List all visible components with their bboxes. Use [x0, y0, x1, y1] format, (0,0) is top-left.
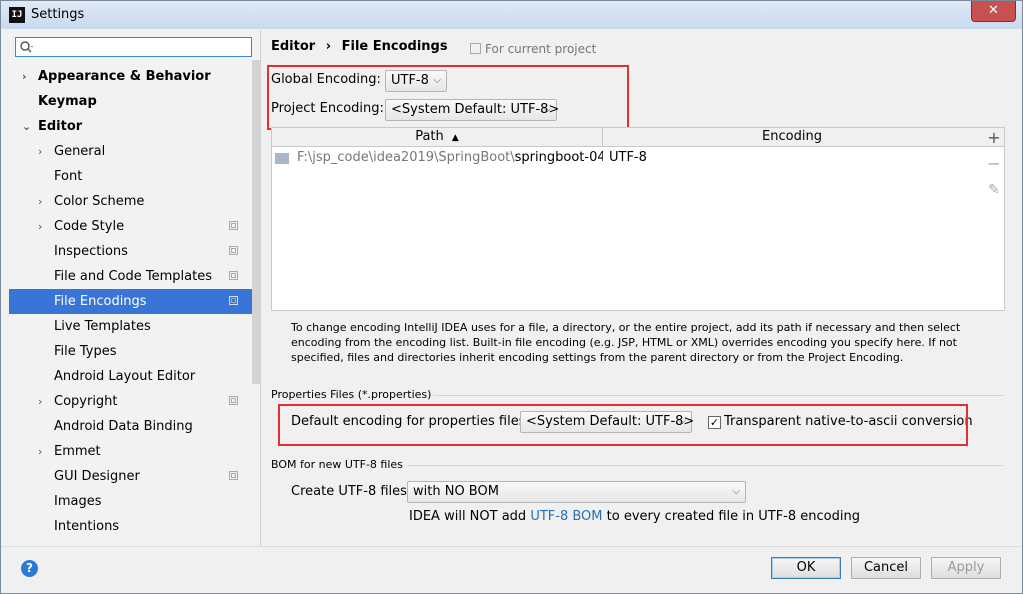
sidebar-item-color-scheme[interactable]: › Color Scheme: [9, 189, 252, 214]
sidebar-item-android-layout-editor[interactable]: Android Layout Editor: [9, 364, 252, 389]
chevron-right-icon: ›: [22, 70, 27, 83]
settings-sidebar: › Appearance & Behavior Keymap ⌄ Editor …: [9, 30, 261, 546]
window-title: Settings: [31, 7, 85, 22]
table-header: Path ▲ Encoding: [272, 128, 1004, 147]
breadcrumb: Editor › File Encodings: [271, 39, 448, 54]
chevron-right-icon: ›: [38, 220, 43, 233]
settings-search-input[interactable]: [15, 37, 252, 57]
sidebar-item-intentions[interactable]: Intentions: [9, 514, 252, 539]
sort-ascending-icon: ▲: [451, 133, 459, 143]
for-current-project-note: For current project: [470, 42, 596, 56]
ok-button[interactable]: OK: [771, 557, 841, 579]
search-icon: [20, 41, 33, 53]
add-path-button[interactable]: +: [983, 127, 1005, 149]
sidebar-item-file-types[interactable]: File Types: [9, 339, 252, 364]
sidebar-item-live-templates[interactable]: Live Templates: [9, 314, 252, 339]
bom-select[interactable]: with NO BOM ⌵: [407, 481, 746, 503]
separator: [433, 395, 1003, 396]
file-encodings-panel: Editor › File Encodings For current proj…: [263, 30, 1022, 546]
table-toolbar: + − ✎: [983, 127, 1005, 311]
separator: [408, 465, 1003, 466]
close-window-button[interactable]: ✕: [971, 1, 1016, 22]
project-scope-icon: [229, 396, 238, 405]
edit-path-button[interactable]: ✎: [983, 179, 1005, 201]
sidebar-item-keymap[interactable]: Keymap: [9, 89, 252, 114]
cancel-button[interactable]: Cancel: [851, 557, 921, 579]
sidebar-item-appearance-behavior[interactable]: › Appearance & Behavior: [9, 64, 252, 89]
sidebar-item-font[interactable]: Font: [9, 164, 252, 189]
sidebar-item-inspections[interactable]: Inspections: [9, 239, 252, 264]
sidebar-item-copyright[interactable]: › Copyright: [9, 389, 252, 414]
sidebar-item-code-style[interactable]: › Code Style: [9, 214, 252, 239]
highlight-box-properties: [278, 404, 968, 446]
chevron-right-icon: ›: [38, 445, 43, 458]
chevron-right-icon: ›: [38, 195, 43, 208]
intellij-app-icon: IJ: [9, 7, 25, 23]
dialog-footer: ? OK Cancel Apply: [1, 546, 1022, 593]
bom-section-title: BOM for new UTF-8 files: [271, 458, 403, 471]
chevron-down-icon: ⌄: [22, 120, 32, 133]
apply-button[interactable]: Apply: [931, 557, 1001, 579]
sidebar-item-images[interactable]: Images: [9, 489, 252, 514]
chevron-right-icon: ›: [38, 145, 43, 158]
utf8-bom-link[interactable]: UTF-8 BOM: [530, 509, 602, 524]
project-scope-icon: [229, 296, 238, 305]
sidebar-item-general[interactable]: › General: [9, 139, 252, 164]
sidebar-item-file-encodings[interactable]: File Encodings: [9, 289, 260, 314]
create-utf8-label: Create UTF-8 files:: [291, 484, 412, 499]
project-scope-icon: [229, 471, 238, 480]
title-bar[interactable]: IJ Settings ✕: [1, 1, 1022, 29]
settings-window: IJ Settings ✕ › Appearance & Behavior Ke…: [0, 0, 1023, 594]
help-icon[interactable]: ?: [21, 560, 38, 577]
sidebar-item-editor[interactable]: ⌄ Editor: [9, 114, 252, 139]
sidebar-item-gui-designer[interactable]: GUI Designer: [9, 464, 252, 489]
project-scope-icon: [229, 221, 238, 230]
sidebar-scrollbar[interactable]: [252, 60, 260, 384]
bom-note: IDEA will NOT add UTF-8 BOM to every cre…: [409, 509, 860, 524]
sidebar-item-android-data-binding[interactable]: Android Data Binding: [9, 414, 252, 439]
sidebar-item-file-code-templates[interactable]: File and Code Templates: [9, 264, 252, 289]
properties-section-title: Properties Files (*.properties): [271, 388, 432, 401]
remove-path-button[interactable]: −: [983, 153, 1005, 175]
project-scope-icon: [229, 271, 238, 280]
chevron-right-icon: ›: [38, 395, 43, 408]
column-header-path[interactable]: Path ▲: [272, 128, 603, 146]
sidebar-item-emmet[interactable]: › Emmet: [9, 439, 252, 464]
column-header-encoding[interactable]: Encoding: [603, 128, 981, 146]
project-scope-icon: [229, 246, 238, 255]
path-encoding-table[interactable]: Path ▲ Encoding F:\jsp_code\idea2019\Spr…: [271, 127, 1005, 311]
chevron-down-icon: ⌵: [732, 486, 740, 497]
table-row[interactable]: F:\jsp_code\idea2019\SpringBoot\springbo…: [272, 148, 1004, 168]
project-scope-icon: [470, 43, 481, 54]
folder-icon: [275, 153, 289, 164]
encoding-description: To change encoding IntelliJ IDEA uses fo…: [291, 321, 961, 364]
highlight-box-encodings: [267, 65, 629, 130]
